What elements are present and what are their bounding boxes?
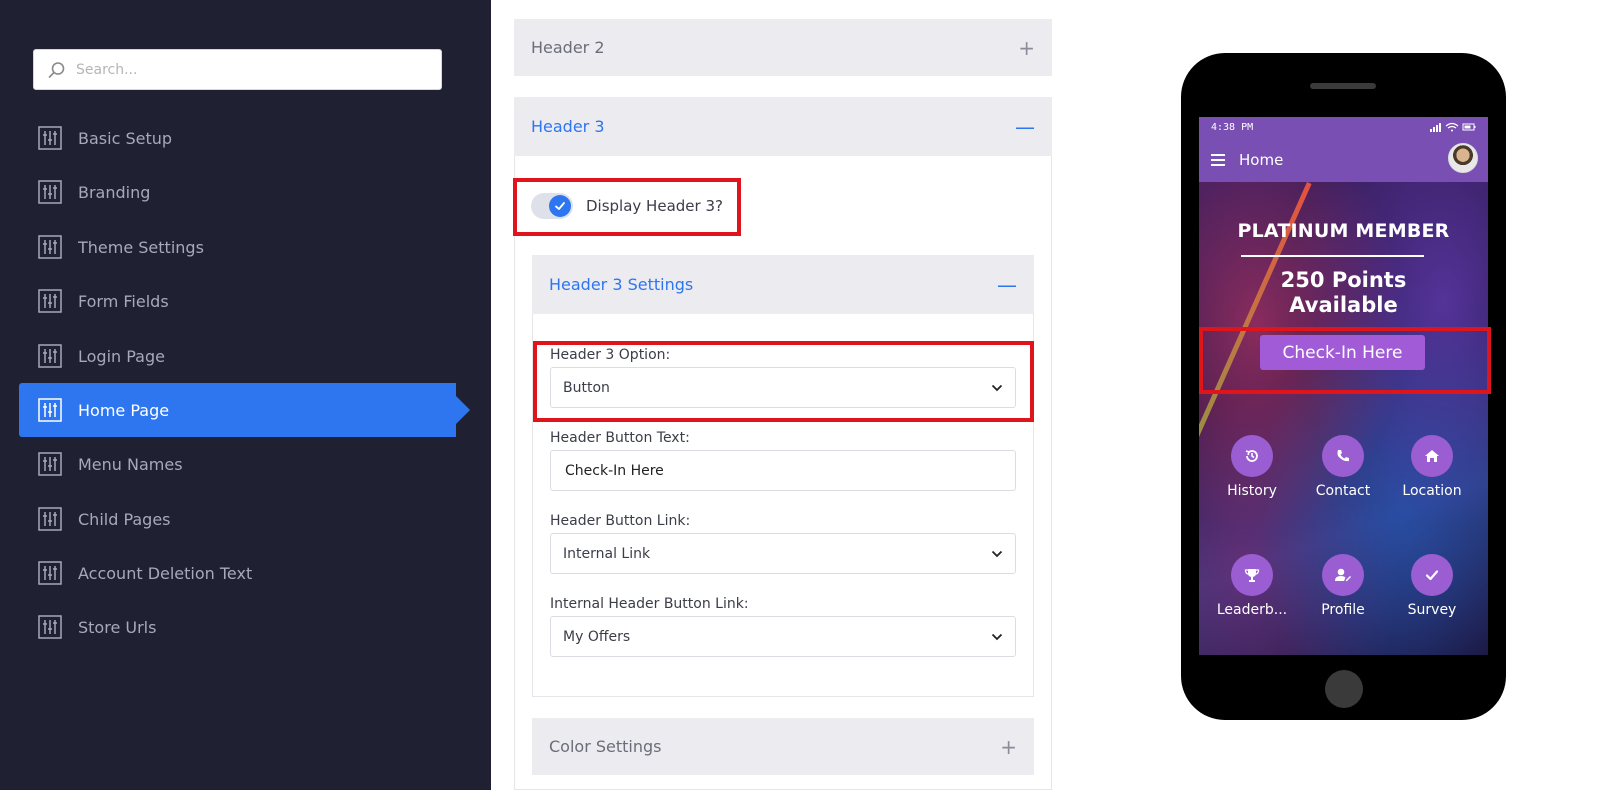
search-icon (48, 61, 65, 78)
internal-header-button-link-label: Internal Header Button Link: (550, 596, 749, 612)
sidebar-item-login-page[interactable]: Login Page (19, 329, 456, 383)
header-3-option-label: Header 3 Option: (550, 347, 671, 363)
quick-action-location[interactable]: Location (1387, 435, 1477, 499)
quick-action-label: Contact (1315, 483, 1371, 499)
sidebar-item-label: Branding (78, 182, 151, 202)
sidebar-item-home-page[interactable]: Home Page (19, 383, 470, 437)
sliders-icon (38, 289, 62, 313)
sidebar: Basic Setup Branding Theme Settings Form… (0, 0, 491, 790)
quick-action-label: Leaderb... (1216, 602, 1288, 618)
sliders-icon (38, 344, 62, 368)
sliders-icon (38, 398, 62, 422)
sliders-icon (38, 180, 62, 204)
header-button-link-label: Header Button Link: (550, 513, 691, 529)
quick-action-label: Profile (1321, 602, 1365, 618)
search-input[interactable] (76, 61, 416, 78)
collapse-icon: — (1015, 114, 1035, 139)
sidebar-item-label: Menu Names (78, 454, 183, 474)
home-icon (1411, 435, 1453, 477)
sliders-icon (38, 235, 62, 259)
quick-action-leaderboard[interactable]: Leaderb... (1207, 554, 1297, 618)
select-value: Button (563, 379, 610, 396)
display-header-3-toggle[interactable] (531, 193, 573, 219)
header-3-settings-accordion[interactable]: Header 3 Settings — (532, 255, 1034, 314)
quick-action-label: Survey (1407, 602, 1457, 618)
highlight-box (1199, 327, 1491, 394)
check-icon (549, 195, 571, 217)
check-icon (1411, 554, 1453, 596)
expand-icon: + (1000, 734, 1017, 759)
internal-header-button-link-select[interactable]: My Offers (550, 616, 1016, 657)
phone-home-button (1325, 670, 1363, 708)
accordion-title: Header 2 (531, 38, 605, 57)
sliders-icon (38, 507, 62, 531)
sidebar-item-label: Home Page (78, 400, 170, 420)
sidebar-item-label: Account Deletion Text (78, 563, 253, 583)
sidebar-item-label: Child Pages (78, 509, 171, 529)
accordion-title: Header 3 Settings (549, 275, 694, 294)
accordion-title: Header 3 (531, 117, 605, 136)
select-value: My Offers (563, 628, 631, 645)
quick-action-label: History (1227, 483, 1277, 499)
sidebar-item-account-deletion-text[interactable]: Account Deletion Text (19, 546, 456, 600)
phone-speaker (1310, 83, 1376, 89)
select-value: Internal Link (563, 545, 651, 562)
hamburger-menu-icon[interactable] (1211, 153, 1225, 166)
app-root: Basic Setup Branding Theme Settings Form… (0, 0, 1600, 790)
status-time: 4:38 PM (1211, 121, 1254, 133)
accordion-title: Color Settings (549, 737, 662, 756)
sidebar-item-label: Basic Setup (78, 128, 173, 148)
header-3-accordion[interactable]: Header 3 — (514, 97, 1052, 156)
profile-edit-icon (1322, 554, 1364, 596)
color-settings-accordion[interactable]: Color Settings + (532, 718, 1034, 775)
phone-icon (1322, 435, 1364, 477)
sliders-icon (38, 561, 62, 585)
quick-action-profile[interactable]: Profile (1298, 554, 1388, 618)
history-icon (1231, 435, 1273, 477)
member-divider (1241, 255, 1424, 257)
sidebar-item-form-fields[interactable]: Form Fields (19, 274, 456, 328)
chevron-down-icon (991, 633, 1003, 640)
points-line-1: 250 Points (1280, 268, 1407, 292)
header-3-option-select[interactable]: Button (550, 367, 1016, 408)
sliders-icon (38, 452, 62, 476)
app-bar: Home (1199, 137, 1488, 182)
header-2-accordion[interactable]: Header 2 + (514, 19, 1052, 76)
search-box[interactable] (33, 49, 442, 90)
sidebar-item-branding[interactable]: Branding (19, 165, 456, 219)
sliders-icon (38, 615, 62, 639)
hero-section: PLATINUM MEMBER 250 Points Available Che… (1199, 182, 1488, 655)
sidebar-item-label: Login Page (78, 346, 165, 366)
sidebar-item-child-pages[interactable]: Child Pages (19, 492, 456, 546)
quick-action-survey[interactable]: Survey (1387, 554, 1477, 618)
chevron-down-icon (991, 550, 1003, 557)
header-button-link-select[interactable]: Internal Link (550, 533, 1016, 574)
quick-action-contact[interactable]: Contact (1298, 435, 1388, 499)
status-bar: 4:38 PM (1199, 117, 1488, 137)
avatar[interactable] (1448, 143, 1478, 173)
input-value: Check-In Here (565, 462, 664, 479)
sidebar-item-store-urls[interactable]: Store Urls (19, 600, 456, 654)
quick-action-label: Location (1402, 483, 1462, 499)
sliders-icon (38, 126, 62, 150)
sidebar-item-basic-setup[interactable]: Basic Setup (19, 111, 456, 165)
points-text: 250 Points Available (1199, 268, 1488, 318)
sidebar-item-label: Store Urls (78, 617, 157, 637)
header-button-text-label: Header Button Text: (550, 430, 690, 446)
collapse-icon: — (997, 272, 1017, 297)
quick-action-history[interactable]: History (1207, 435, 1297, 499)
points-line-2: Available (1289, 293, 1398, 317)
app-title: Home (1239, 150, 1284, 169)
status-icons (1430, 122, 1476, 132)
display-header-3-label: Display Header 3? (586, 197, 723, 215)
member-title: PLATINUM MEMBER (1237, 220, 1450, 242)
sidebar-item-label: Theme Settings (78, 237, 204, 257)
chevron-down-icon (991, 384, 1003, 391)
header-button-text-input[interactable]: Check-In Here (550, 450, 1016, 491)
sidebar-item-label: Form Fields (78, 291, 169, 311)
sidebar-item-menu-names[interactable]: Menu Names (19, 437, 456, 491)
trophy-icon (1231, 554, 1273, 596)
expand-icon: + (1018, 35, 1035, 60)
sidebar-item-theme-settings[interactable]: Theme Settings (19, 220, 456, 274)
